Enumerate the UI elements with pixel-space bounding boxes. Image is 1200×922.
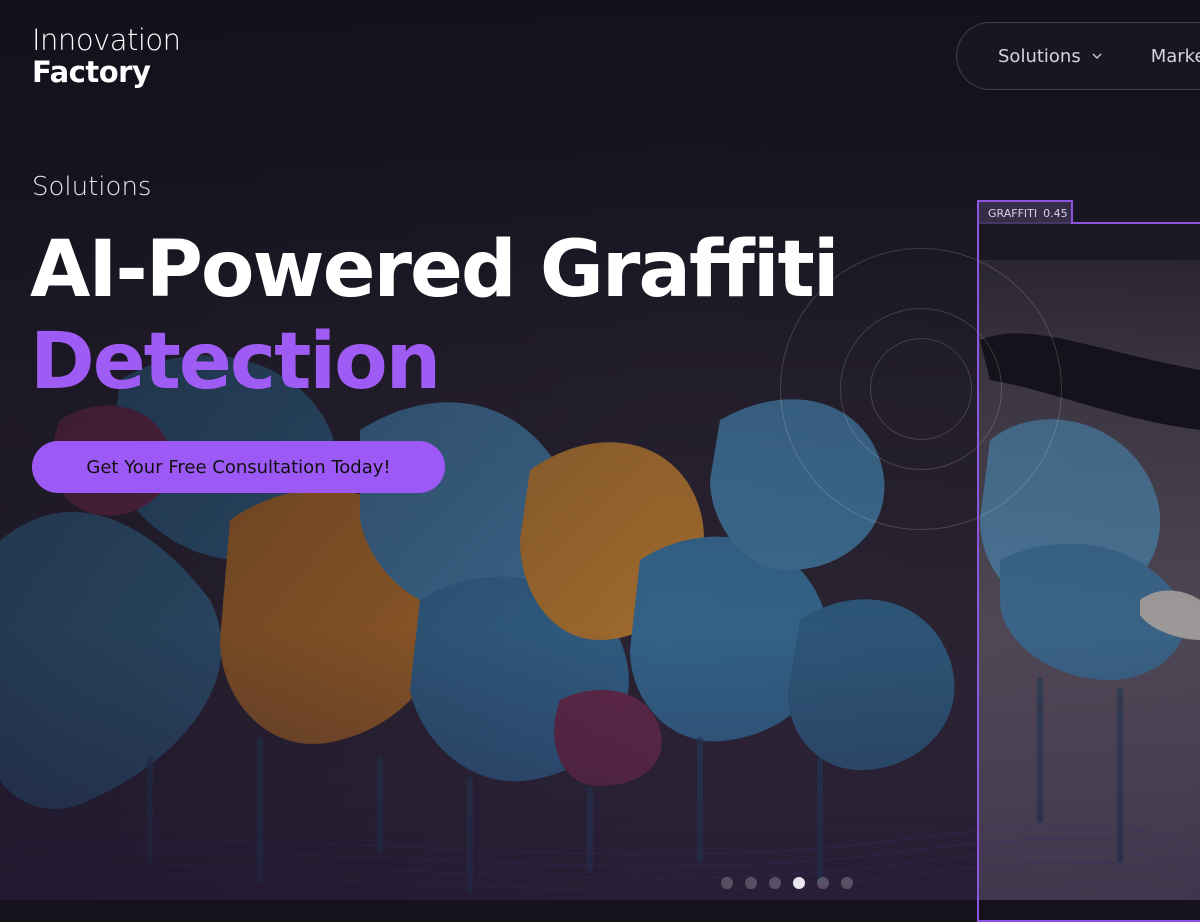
nav-item-marketplace[interactable]: Marke (1151, 46, 1200, 67)
brand-logo-line1: Innovation (32, 23, 181, 57)
detection-bounding-box (977, 222, 1200, 922)
hero-headline-line1: AI-Powered Graffiti (30, 225, 840, 315)
carousel-dot[interactable] (769, 877, 781, 889)
scan-pulse-ring-inner (870, 338, 972, 440)
carousel-dot[interactable] (745, 877, 757, 889)
hero-headline: AI-Powered Graffiti Detection (30, 224, 840, 408)
nav-item-label: Solutions (998, 45, 1081, 67)
carousel-dot[interactable] (721, 877, 733, 889)
brand-logo-line2: Factory (32, 55, 151, 89)
nav-item-label: Marke (1150, 45, 1200, 67)
carousel-dot[interactable] (817, 877, 829, 889)
free-consultation-button[interactable]: Get Your Free Consultation Today! (32, 441, 445, 493)
carousel-dot[interactable] (841, 877, 853, 889)
main-navigation: Solutions Marke (956, 22, 1200, 90)
nav-item-solutions[interactable]: Solutions (998, 46, 1103, 67)
brand-logo[interactable]: Innovation Factory (32, 24, 181, 88)
carousel-dot-active[interactable] (793, 877, 805, 889)
detection-label-tag: GRAFFITI 0.45 (977, 200, 1073, 224)
detection-class-label: GRAFFITI (988, 206, 1038, 220)
hero-eyebrow: Solutions (32, 172, 152, 202)
chevron-down-icon (1092, 53, 1102, 59)
hero-headline-line2: Detection (30, 317, 441, 407)
carousel-pagination (721, 877, 865, 889)
detection-confidence: 0.45 (1043, 206, 1068, 220)
